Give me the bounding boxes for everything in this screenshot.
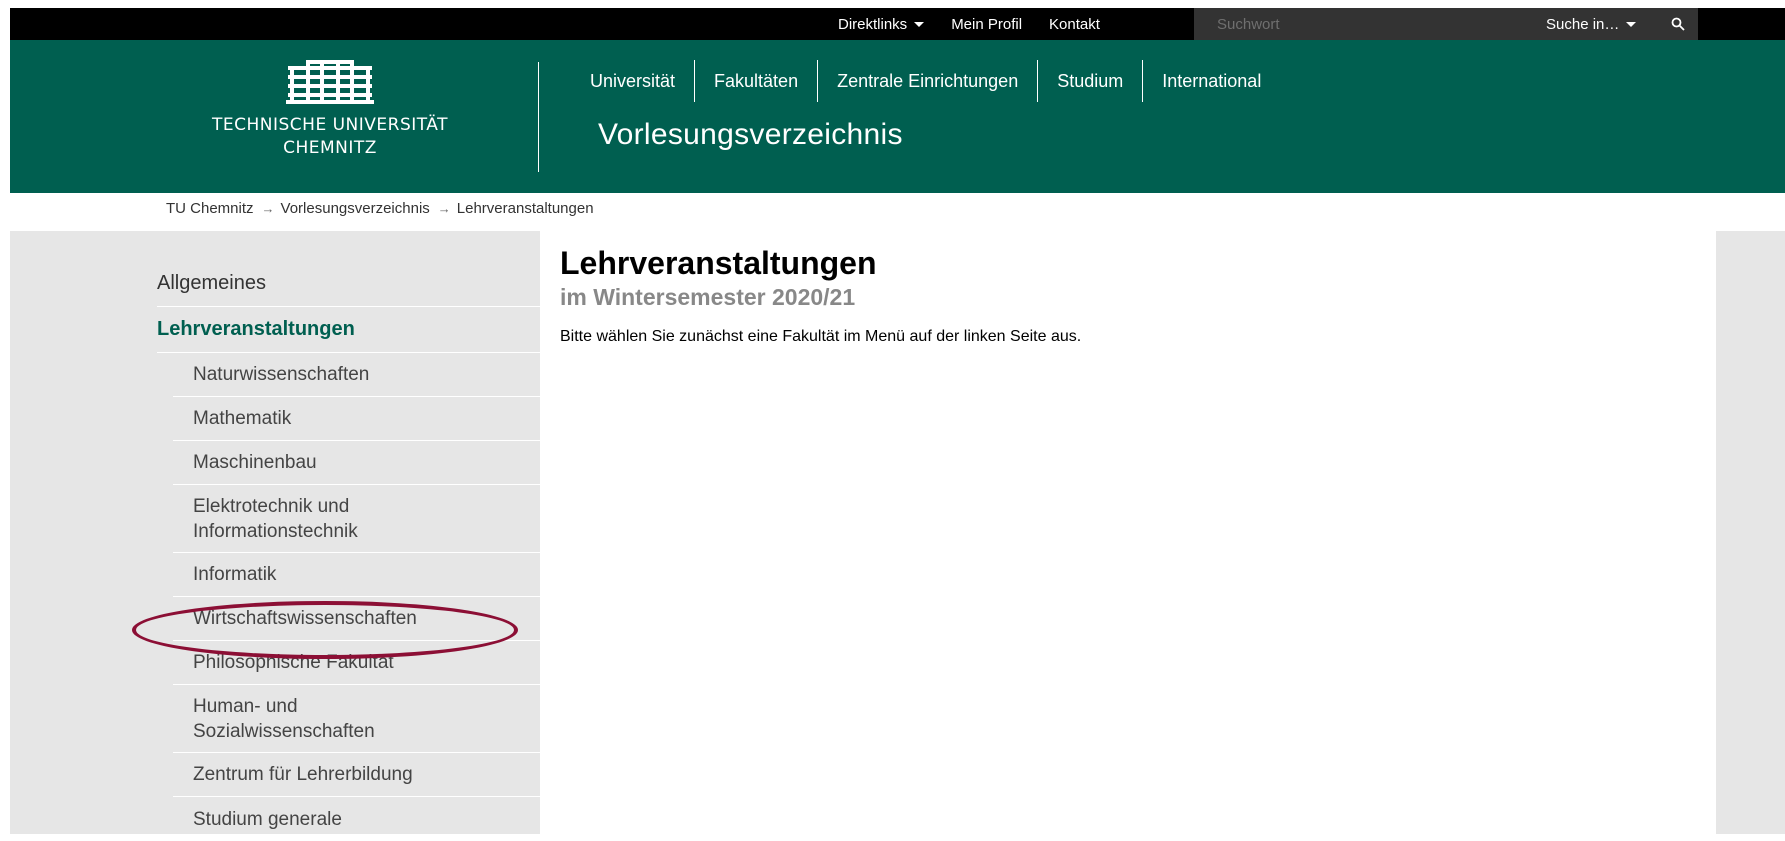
search-input[interactable] <box>1194 8 1528 40</box>
sidebar-item-maschinenbau[interactable]: Maschinenbau <box>173 441 540 485</box>
nav-fakultaeten[interactable]: Fakultäten <box>714 65 798 98</box>
nav-studium[interactable]: Studium <box>1057 65 1123 98</box>
page-title: Lehrveranstaltungen <box>560 245 877 281</box>
nav-separator <box>817 60 819 102</box>
sidebar-item-label: Elektrotechnik und Informationstechnik <box>193 495 358 542</box>
main-content: Lehrveranstaltungen im Wintersemester 20… <box>560 244 1700 346</box>
nav-international[interactable]: International <box>1162 65 1261 98</box>
sidebar-subnav: Naturwissenschaften Mathematik Maschinen… <box>173 353 540 841</box>
search-icon <box>1671 17 1685 31</box>
direktlinks-dropdown[interactable]: Direktlinks <box>838 15 925 33</box>
header-divider <box>538 62 539 172</box>
site-header: TECHNISCHE UNIVERSITÄT CHEMNITZ Universi… <box>10 40 1785 193</box>
sidebar-item-human-sozialwissenschaften[interactable]: Human- und Sozialwissenschaften <box>173 685 540 753</box>
breadcrumb-arrow-icon: → <box>261 201 275 216</box>
breadcrumb-arrow-icon: → <box>437 201 451 216</box>
page-subtitle: im Wintersemester 2020/21 <box>560 284 856 310</box>
right-margin-panel <box>1716 231 1785 834</box>
top-links: Direktlinks Mein Profil Kontakt <box>838 8 1127 40</box>
sidebar-item-informatik[interactable]: Informatik <box>173 553 540 597</box>
top-bar: Direktlinks Mein Profil Kontakt Suche in… <box>10 8 1785 40</box>
breadcrumb: TU Chemnitz → Vorlesungsverzeichnis → Le… <box>166 200 594 217</box>
direktlinks-label: Direktlinks <box>838 15 908 33</box>
university-name-line2: CHEMNITZ <box>283 138 377 158</box>
caret-down-icon <box>1626 21 1637 27</box>
breadcrumb-vorlesungsverzeichnis[interactable]: Vorlesungsverzeichnis <box>281 200 430 217</box>
nav-universitaet[interactable]: Universität <box>590 65 675 98</box>
sidebar-item-philosophische-fakultaet[interactable]: Philosophische Fakultät <box>173 641 540 685</box>
site-title[interactable]: Vorlesungsverzeichnis <box>598 118 903 152</box>
sidebar-item-elektrotechnik[interactable]: Elektrotechnik und Informationstechnik <box>173 485 540 553</box>
nav-separator <box>1142 60 1144 102</box>
breadcrumb-current: Lehrveranstaltungen <box>456 200 594 217</box>
sidebar-item-lehrerbildung[interactable]: Zentrum für Lehrerbildung <box>173 753 540 797</box>
sidebar-item-label: Human- und Sozialwissenschaften <box>193 695 375 742</box>
sidebar-item-naturwissenschaften[interactable]: Naturwissenschaften <box>173 353 540 397</box>
university-name-line1: TECHNISCHE UNIVERSITÄT <box>211 115 449 135</box>
main-navigation: Universität Fakultäten Zentrale Einricht… <box>590 60 1261 102</box>
university-name: TECHNISCHE UNIVERSITÄT CHEMNITZ <box>180 114 480 160</box>
sidebar-item-mathematik[interactable]: Mathematik <box>173 397 540 441</box>
university-logo[interactable]: TECHNISCHE UNIVERSITÄT CHEMNITZ <box>180 60 480 160</box>
nav-zentrale-einrichtungen[interactable]: Zentrale Einrichtungen <box>837 65 1018 98</box>
nav-separator <box>1037 60 1039 102</box>
university-logo-icon <box>286 60 374 104</box>
search-scope-label: Suche in… <box>1546 15 1620 33</box>
instruction-text: Bitte wählen Sie zunächst eine Fakultät … <box>560 328 1082 345</box>
breadcrumb-home[interactable]: TU Chemnitz <box>166 200 254 217</box>
sidebar-item-lehrveranstaltungen[interactable]: Lehrveranstaltungen <box>157 307 540 353</box>
search-button[interactable] <box>1658 8 1698 40</box>
sidebar-item-allgemeines[interactable]: Allgemeines <box>157 261 540 307</box>
contact-link[interactable]: Kontakt <box>1049 16 1100 33</box>
nav-separator <box>694 60 696 102</box>
profile-link[interactable]: Mein Profil <box>951 16 1022 33</box>
sidebar-item-studium-generale[interactable]: Studium generale <box>173 797 540 841</box>
sidebar-item-wirtschaftswissenschaften[interactable]: Wirtschaftswissenschaften <box>173 597 540 641</box>
search-scope-dropdown[interactable]: Suche in… <box>1528 8 1658 40</box>
caret-down-icon <box>914 22 925 28</box>
